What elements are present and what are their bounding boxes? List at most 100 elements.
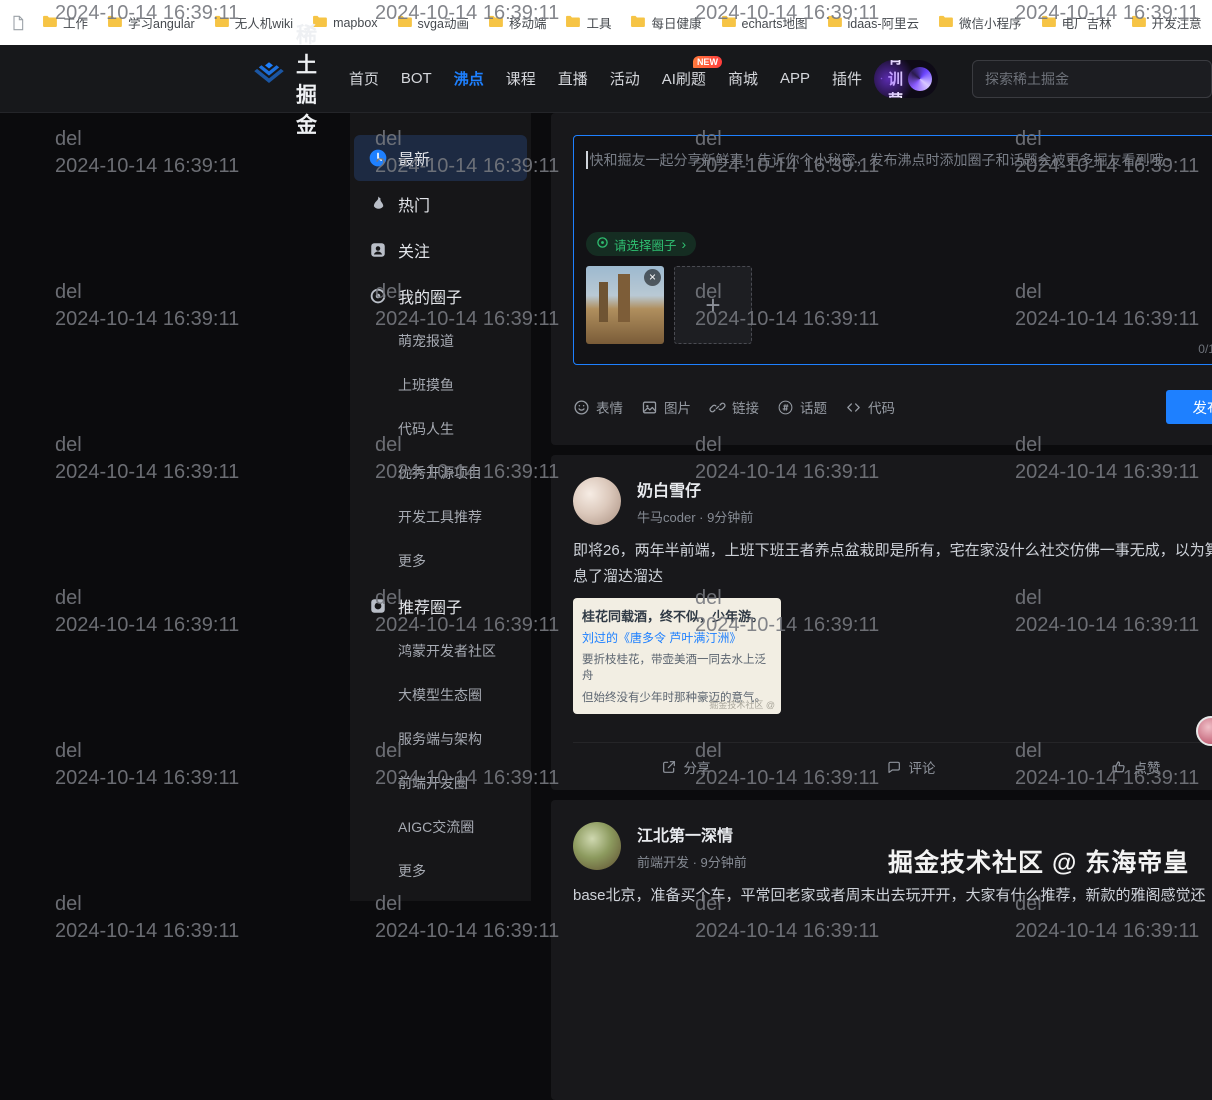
- quote-watermark: 掘金技术社区 @: [709, 698, 775, 711]
- remove-image-button[interactable]: ×: [644, 269, 661, 286]
- composer-placeholder: 快和掘友一起分享新鲜事！告诉你个小秘密，发布沸点时添加圈子和话题会被更多掘友看到…: [590, 150, 1172, 170]
- tool-label: 链接: [732, 397, 759, 417]
- sidebar-tab-following[interactable]: 关注: [354, 227, 527, 273]
- bookmark-label: 每日健康: [651, 13, 701, 32]
- add-image-button[interactable]: +: [674, 266, 752, 344]
- sidebar-item-circle[interactable]: 开发工具推荐: [354, 495, 527, 539]
- search-input[interactable]: [972, 60, 1212, 98]
- post-meta: 前端开发 · 9分钟前: [637, 852, 747, 871]
- post-content: 即将26，两年半前端，上班下班王者养点盆栽即是所有，宅在家没什么社交仿佛一事无成…: [573, 538, 1212, 590]
- sidebar-section-recommended-circles[interactable]: 推荐圈子: [354, 583, 527, 629]
- emoji-tool-button[interactable]: 表情: [573, 397, 623, 417]
- nav-item-ai-practice[interactable]: AI刷题 NEW: [662, 68, 706, 89]
- comment-button[interactable]: 评论: [798, 757, 1023, 777]
- bookmark-label: echarts地图: [742, 13, 808, 32]
- sidebar-tab-latest[interactable]: 最新: [354, 135, 527, 181]
- nav-item-home[interactable]: 首页: [349, 68, 379, 89]
- post-author[interactable]: 江北第一深情: [637, 822, 747, 846]
- sidebar-item-circle[interactable]: 前端开发圈: [354, 761, 527, 805]
- bookmark-item[interactable]: 电厂吉林: [1041, 13, 1112, 32]
- page-icon[interactable]: [10, 15, 26, 31]
- bookmark-label: 工具: [586, 13, 611, 32]
- feed: 快和掘友一起分享新鲜事！告诉你个小秘密，发布沸点时添加圈子和话题会被更多掘友看到…: [551, 113, 1212, 1100]
- sidebar-item-circle[interactable]: 萌宠报道: [354, 319, 527, 363]
- sidebar-item-circle[interactable]: 代码人生: [354, 407, 527, 451]
- folder-icon: [827, 15, 842, 30]
- circle-picker-button[interactable]: 请选择圈子 ›: [586, 232, 696, 256]
- bookmark-item[interactable]: 学习angular: [107, 13, 195, 32]
- nav-item-courses[interactable]: 课程: [506, 68, 536, 89]
- link-icon: [709, 399, 726, 416]
- post-input[interactable]: 快和掘友一起分享新鲜事！告诉你个小秘密，发布沸点时添加圈子和话题会被更多掘友看到…: [573, 135, 1212, 365]
- bookmark-item[interactable]: svga动画: [397, 13, 469, 32]
- youth-camp-button[interactable]: 青训营: [874, 60, 938, 98]
- quote-source-link[interactable]: 刘过的《唐多令 芦叶满汀洲》: [582, 629, 772, 646]
- bookmark-label: 微信小程序: [959, 13, 1022, 32]
- watermark: del2024-10-14 16:39:11: [55, 891, 239, 945]
- bookmark-item[interactable]: idaas-阿里云: [827, 13, 920, 32]
- uploaded-image-thumbnail[interactable]: ×: [586, 266, 664, 344]
- watermark: del2024-10-14 16:39:11: [55, 126, 239, 180]
- text-caret: [586, 151, 588, 169]
- bookmark-item[interactable]: echarts地图: [721, 13, 808, 32]
- sidebar-item-circle[interactable]: 鸿蒙开发者社区: [354, 629, 527, 673]
- link-tool-button[interactable]: 链接: [709, 397, 759, 417]
- folder-icon: [488, 15, 503, 30]
- thumb-up-icon: [1111, 759, 1127, 775]
- share-button[interactable]: 分享: [573, 757, 798, 777]
- sidebar-item-circle[interactable]: 优秀开源项目: [354, 451, 527, 495]
- new-badge: NEW: [693, 56, 722, 68]
- sidebar-item-more[interactable]: 更多: [354, 539, 527, 583]
- publish-button[interactable]: 发布: [1166, 390, 1212, 424]
- tool-label: 话题: [800, 397, 827, 417]
- char-count: 0/1000: [1198, 342, 1212, 356]
- topic-tool-button[interactable]: 话题: [777, 397, 827, 417]
- bookmark-item[interactable]: 移动端: [488, 13, 547, 32]
- nav-item-shop[interactable]: 商城: [728, 68, 758, 89]
- nav-item-live[interactable]: 直播: [558, 68, 588, 89]
- bookmarks-list: 工作学习angular无人机wikimapboxsvga动画移动端工具每日健康e…: [42, 13, 1202, 32]
- bookmark-item[interactable]: 每日健康: [630, 13, 701, 32]
- follow-icon: [368, 240, 388, 260]
- avatar[interactable]: [573, 822, 621, 870]
- nav-item-events[interactable]: 活动: [610, 68, 640, 89]
- bookmark-item[interactable]: 微信小程序: [938, 13, 1022, 32]
- bookmark-label: 开发注意: [1152, 13, 1202, 32]
- juejin-logo[interactable]: 稀土掘金: [252, 19, 323, 139]
- bookmark-item[interactable]: 工具: [565, 13, 611, 32]
- clock-icon: [368, 148, 388, 168]
- quote-line: 要折枝桂花，带壶美酒一同去水上泛舟: [582, 652, 772, 684]
- sidebar-item-circle[interactable]: 大模型生态圈: [354, 673, 527, 717]
- post-content: base北京，准备买个车，平常回老家或者周末出去玩开开，大家有什么推荐，新款的雅…: [573, 883, 1212, 909]
- bookmark-label: mapbox: [333, 16, 377, 30]
- bookmark-item[interactable]: 工作: [42, 13, 88, 32]
- smiley-icon: [573, 399, 590, 416]
- nav-item-app[interactable]: APP: [780, 70, 810, 87]
- nav-item-bot[interactable]: BOT: [401, 70, 432, 87]
- code-icon: [845, 399, 862, 416]
- quote-card[interactable]: 桂花同载酒，终不似，少年游。 刘过的《唐多令 芦叶满汀洲》 要折枝桂花，带壶美酒…: [573, 598, 781, 714]
- image-tool-button[interactable]: 图片: [641, 397, 691, 417]
- bookmark-label: svga动画: [418, 13, 469, 32]
- sidebar-item-circle[interactable]: 上班摸鱼: [354, 363, 527, 407]
- post-author[interactable]: 奶白雪仔: [637, 477, 753, 501]
- sidebar-tab-label: 最新: [398, 146, 430, 170]
- circle-icon: [596, 236, 609, 252]
- bookmark-item[interactable]: 开发注意: [1131, 13, 1202, 32]
- sidebar-item-circle[interactable]: 服务端与架构: [354, 717, 527, 761]
- like-button[interactable]: 点赞: [1023, 757, 1212, 777]
- sidebar-tab-hot[interactable]: 热门: [354, 181, 527, 227]
- nav-item-pins[interactable]: 沸点: [454, 68, 484, 89]
- watermark: del2024-10-14 16:39:11: [55, 432, 239, 486]
- bookmark-label: 电厂吉林: [1062, 13, 1112, 32]
- avatar[interactable]: [573, 477, 621, 525]
- topic-icon: [777, 399, 794, 416]
- sidebar-item-more[interactable]: 更多: [354, 849, 527, 893]
- folder-icon: [938, 15, 953, 30]
- post-card: 江北第一深情 前端开发 · 9分钟前 base北京，准备买个车，平常回老家或者周…: [551, 800, 1212, 1100]
- main-nav: 稀土掘金 首页 BOT 沸点 课程 直播 活动 AI刷题 NEW 商城 APP …: [0, 45, 1212, 113]
- code-tool-button[interactable]: 代码: [845, 397, 895, 417]
- sidebar-item-circle[interactable]: AIGC交流圈: [354, 805, 527, 849]
- sidebar-section-my-circles[interactable]: 我的圈子: [354, 273, 527, 319]
- nav-item-plugins[interactable]: 插件: [832, 68, 862, 89]
